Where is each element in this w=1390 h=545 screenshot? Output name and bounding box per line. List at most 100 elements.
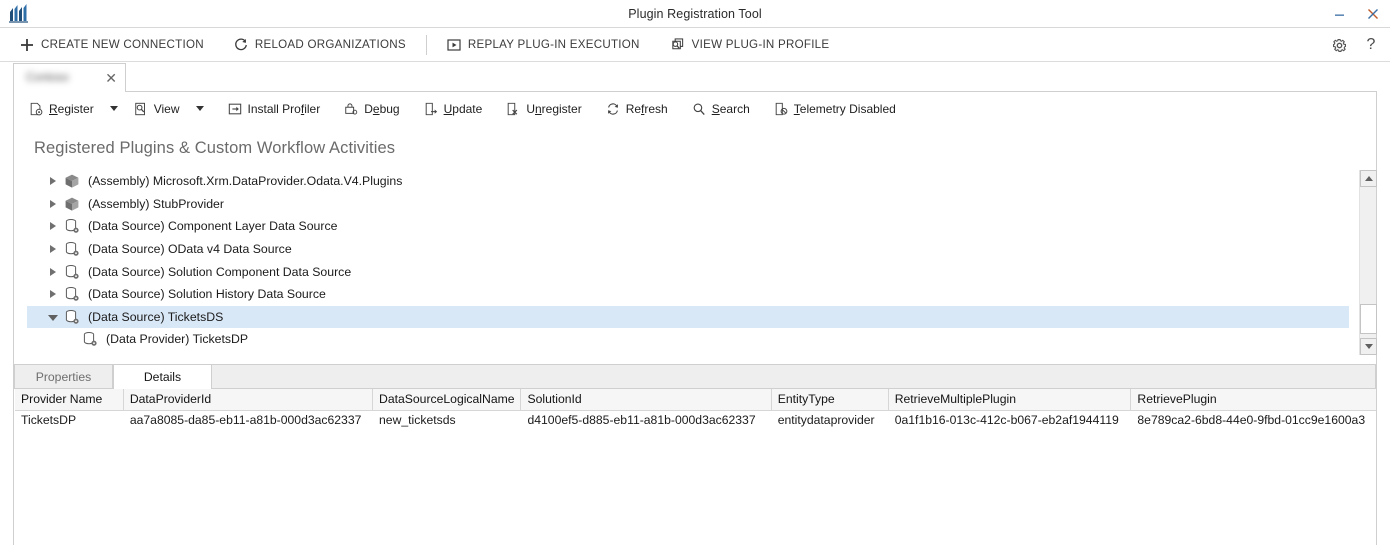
cell-dataproviderid: aa7a8085-da85-eb11-a81b-000d3ac62337 bbox=[129, 413, 362, 428]
question-mark-icon[interactable]: ? bbox=[1360, 34, 1382, 56]
register-icon bbox=[29, 102, 43, 116]
telemetry-disabled-icon bbox=[774, 102, 788, 116]
debug-label: Debug bbox=[364, 101, 400, 116]
data-source-icon bbox=[63, 240, 81, 258]
unregister-icon bbox=[506, 102, 520, 116]
assembly-package-icon bbox=[63, 195, 81, 213]
tab-strip-filler bbox=[212, 364, 1376, 388]
document-tab[interactable]: Contoso ✕ bbox=[13, 63, 126, 92]
chevron-down-icon[interactable] bbox=[45, 309, 61, 325]
install-profiler-label: Install Profiler bbox=[247, 101, 321, 116]
plus-icon bbox=[20, 38, 34, 52]
view-button[interactable]: View bbox=[127, 98, 187, 120]
tree-item-label: (Data Source) OData v4 Data Source bbox=[88, 242, 292, 257]
plugin-tree: (Assembly) Microsoft.Xrm.DataProvider.Od… bbox=[27, 170, 1349, 355]
cell-retrievemultipleplugin: 0a1f1b16-013c-412c-b067-eb2af1944119 bbox=[894, 413, 1119, 428]
chevron-right-icon[interactable] bbox=[45, 196, 61, 212]
view-plugin-profile-button[interactable]: VIEW PLUG-IN PROFILE bbox=[664, 35, 836, 55]
telemetry-disabled-label: Telemetry Disabled bbox=[793, 101, 896, 116]
reload-organizations-button[interactable]: RELOAD ORGANIZATIONS bbox=[228, 35, 412, 55]
column-header-retrieveplugin[interactable]: RetrievePlugin bbox=[1130, 389, 1376, 411]
tree-item-label: (Data Source) Solution Component Data So… bbox=[88, 264, 352, 279]
tab-properties-label: Properties bbox=[35, 369, 92, 384]
search-icon bbox=[692, 102, 706, 116]
create-new-connection-button[interactable]: CREATE NEW CONNECTION bbox=[14, 35, 210, 55]
tree-item[interactable]: (Data Provider) TicketsDP bbox=[27, 328, 1349, 351]
magnifier-stack-icon bbox=[670, 37, 685, 52]
table-row[interactable]: TicketsDP aa7a8085-da85-eb11-a81b-000d3a… bbox=[15, 411, 1376, 431]
view-plugin-profile-label: VIEW PLUG-IN PROFILE bbox=[691, 38, 830, 51]
refresh-button[interactable]: Refresh bbox=[599, 98, 675, 120]
tab-details[interactable]: Details bbox=[113, 364, 212, 389]
unregister-button[interactable]: Unregister bbox=[499, 98, 588, 120]
debug-icon bbox=[344, 102, 358, 116]
tree-item[interactable]: (Assembly) StubProvider bbox=[27, 193, 1349, 216]
column-header-datasourcelogicalname[interactable]: DataSourceLogicalName bbox=[372, 389, 522, 411]
window-title: Plugin Registration Tool bbox=[628, 6, 762, 21]
plugin-tree-container: (Assembly) Microsoft.Xrm.DataProvider.Od… bbox=[27, 170, 1377, 355]
gear-icon[interactable] bbox=[1328, 34, 1350, 56]
view-label: View bbox=[153, 101, 180, 116]
column-header-dataproviderid[interactable]: DataProviderId bbox=[123, 389, 374, 411]
cell-retrieveplugin: 8e789ca2-6bd8-44e0-9fbd-01cc9e1600a3 bbox=[1137, 413, 1366, 428]
tree-item-label: (Data Provider) TicketsDP bbox=[106, 332, 249, 347]
search-button[interactable]: Search bbox=[685, 98, 757, 120]
command-separator bbox=[425, 34, 427, 55]
register-dropdown-arrow[interactable] bbox=[101, 102, 127, 115]
tree-item[interactable]: (Data Source) Component Layer Data Sourc… bbox=[27, 215, 1349, 238]
chevron-right-icon[interactable] bbox=[45, 264, 61, 280]
chevron-right-icon[interactable] bbox=[45, 218, 61, 234]
column-header-entitytype[interactable]: EntityType bbox=[771, 389, 889, 411]
telemetry-disabled-button[interactable]: Telemetry Disabled bbox=[767, 98, 903, 120]
tree-item[interactable]: (Data Source) OData v4 Data Source bbox=[27, 238, 1349, 261]
minimize-button[interactable] bbox=[1322, 0, 1356, 28]
tree-item[interactable]: (Data Source) Solution History Data Sour… bbox=[27, 283, 1349, 306]
details-grid-container: Provider Name DataProviderId DataSourceL… bbox=[15, 389, 1376, 539]
tree-item[interactable]: (Assembly) Microsoft.Xrm.DataProvider.Od… bbox=[27, 170, 1349, 193]
cell-solutionid: d4100ef5-d885-eb11-a81b-000d3ac62337 bbox=[527, 413, 756, 428]
scroll-down-button[interactable] bbox=[1360, 338, 1377, 355]
tab-properties[interactable]: Properties bbox=[14, 364, 113, 388]
create-new-connection-label: CREATE NEW CONNECTION bbox=[41, 38, 204, 51]
refresh-circle-icon bbox=[234, 37, 248, 52]
chevron-right-icon[interactable] bbox=[45, 241, 61, 257]
tree-vertical-scrollbar[interactable] bbox=[1359, 170, 1377, 355]
view-dropdown-arrow[interactable] bbox=[187, 102, 213, 115]
chevron-down-icon bbox=[195, 106, 204, 111]
scrollbar-thumb[interactable] bbox=[1360, 304, 1377, 334]
command-bar: CREATE NEW CONNECTION RELOAD ORGANIZATIO… bbox=[0, 28, 1390, 62]
install-profiler-icon bbox=[228, 102, 242, 116]
close-icon[interactable]: ✕ bbox=[105, 71, 117, 85]
data-source-icon bbox=[63, 263, 81, 281]
debug-button[interactable]: Debug bbox=[337, 98, 406, 120]
cell-entitytype: entitydataprovider bbox=[777, 413, 875, 428]
tree-item-label: (Assembly) StubProvider bbox=[88, 196, 224, 211]
table-header-row: Provider Name DataProviderId DataSourceL… bbox=[15, 389, 1376, 411]
update-button[interactable]: Update bbox=[417, 98, 490, 120]
register-button[interactable]: Register bbox=[22, 98, 101, 120]
application-window: Plugin Registration Tool CREATE NEW CONN… bbox=[0, 0, 1390, 545]
replay-plugin-execution-button[interactable]: REPLAY PLUG-IN EXECUTION bbox=[441, 35, 646, 55]
unregister-label: Unregister bbox=[526, 101, 582, 116]
refresh-label: Refresh bbox=[625, 101, 668, 116]
document-tab-strip: Contoso ✕ bbox=[0, 62, 1390, 92]
details-tab-strip: Properties Details bbox=[14, 364, 1376, 389]
tree-item[interactable]: (Data Source) Solution Component Data So… bbox=[27, 260, 1349, 283]
column-header-solutionid[interactable]: SolutionId bbox=[520, 389, 772, 411]
close-button[interactable] bbox=[1356, 0, 1390, 28]
update-label: Update bbox=[443, 101, 483, 116]
tab-details-label: Details bbox=[143, 370, 182, 384]
view-magnifier-icon bbox=[134, 102, 148, 116]
scroll-up-button[interactable] bbox=[1360, 170, 1377, 187]
chevron-right-icon[interactable] bbox=[45, 286, 61, 302]
column-header-retrievemultipleplugin[interactable]: RetrieveMultiplePlugin bbox=[888, 389, 1132, 411]
plugin-toolbar: Register View Install Profiler Debug Upd… bbox=[14, 92, 1376, 125]
tree-item-selected[interactable]: (Data Source) TicketsDS bbox=[27, 305, 1349, 329]
column-header-provider-name[interactable]: Provider Name bbox=[15, 389, 124, 411]
assembly-package-icon bbox=[63, 172, 81, 190]
chevron-right-icon[interactable] bbox=[45, 173, 61, 189]
tree-item-label: (Data Source) TicketsDS bbox=[88, 309, 224, 324]
install-profiler-button[interactable]: Install Profiler bbox=[221, 98, 328, 120]
details-grid: Provider Name DataProviderId DataSourceL… bbox=[15, 389, 1376, 431]
bar-chart-logo-icon bbox=[8, 3, 32, 23]
